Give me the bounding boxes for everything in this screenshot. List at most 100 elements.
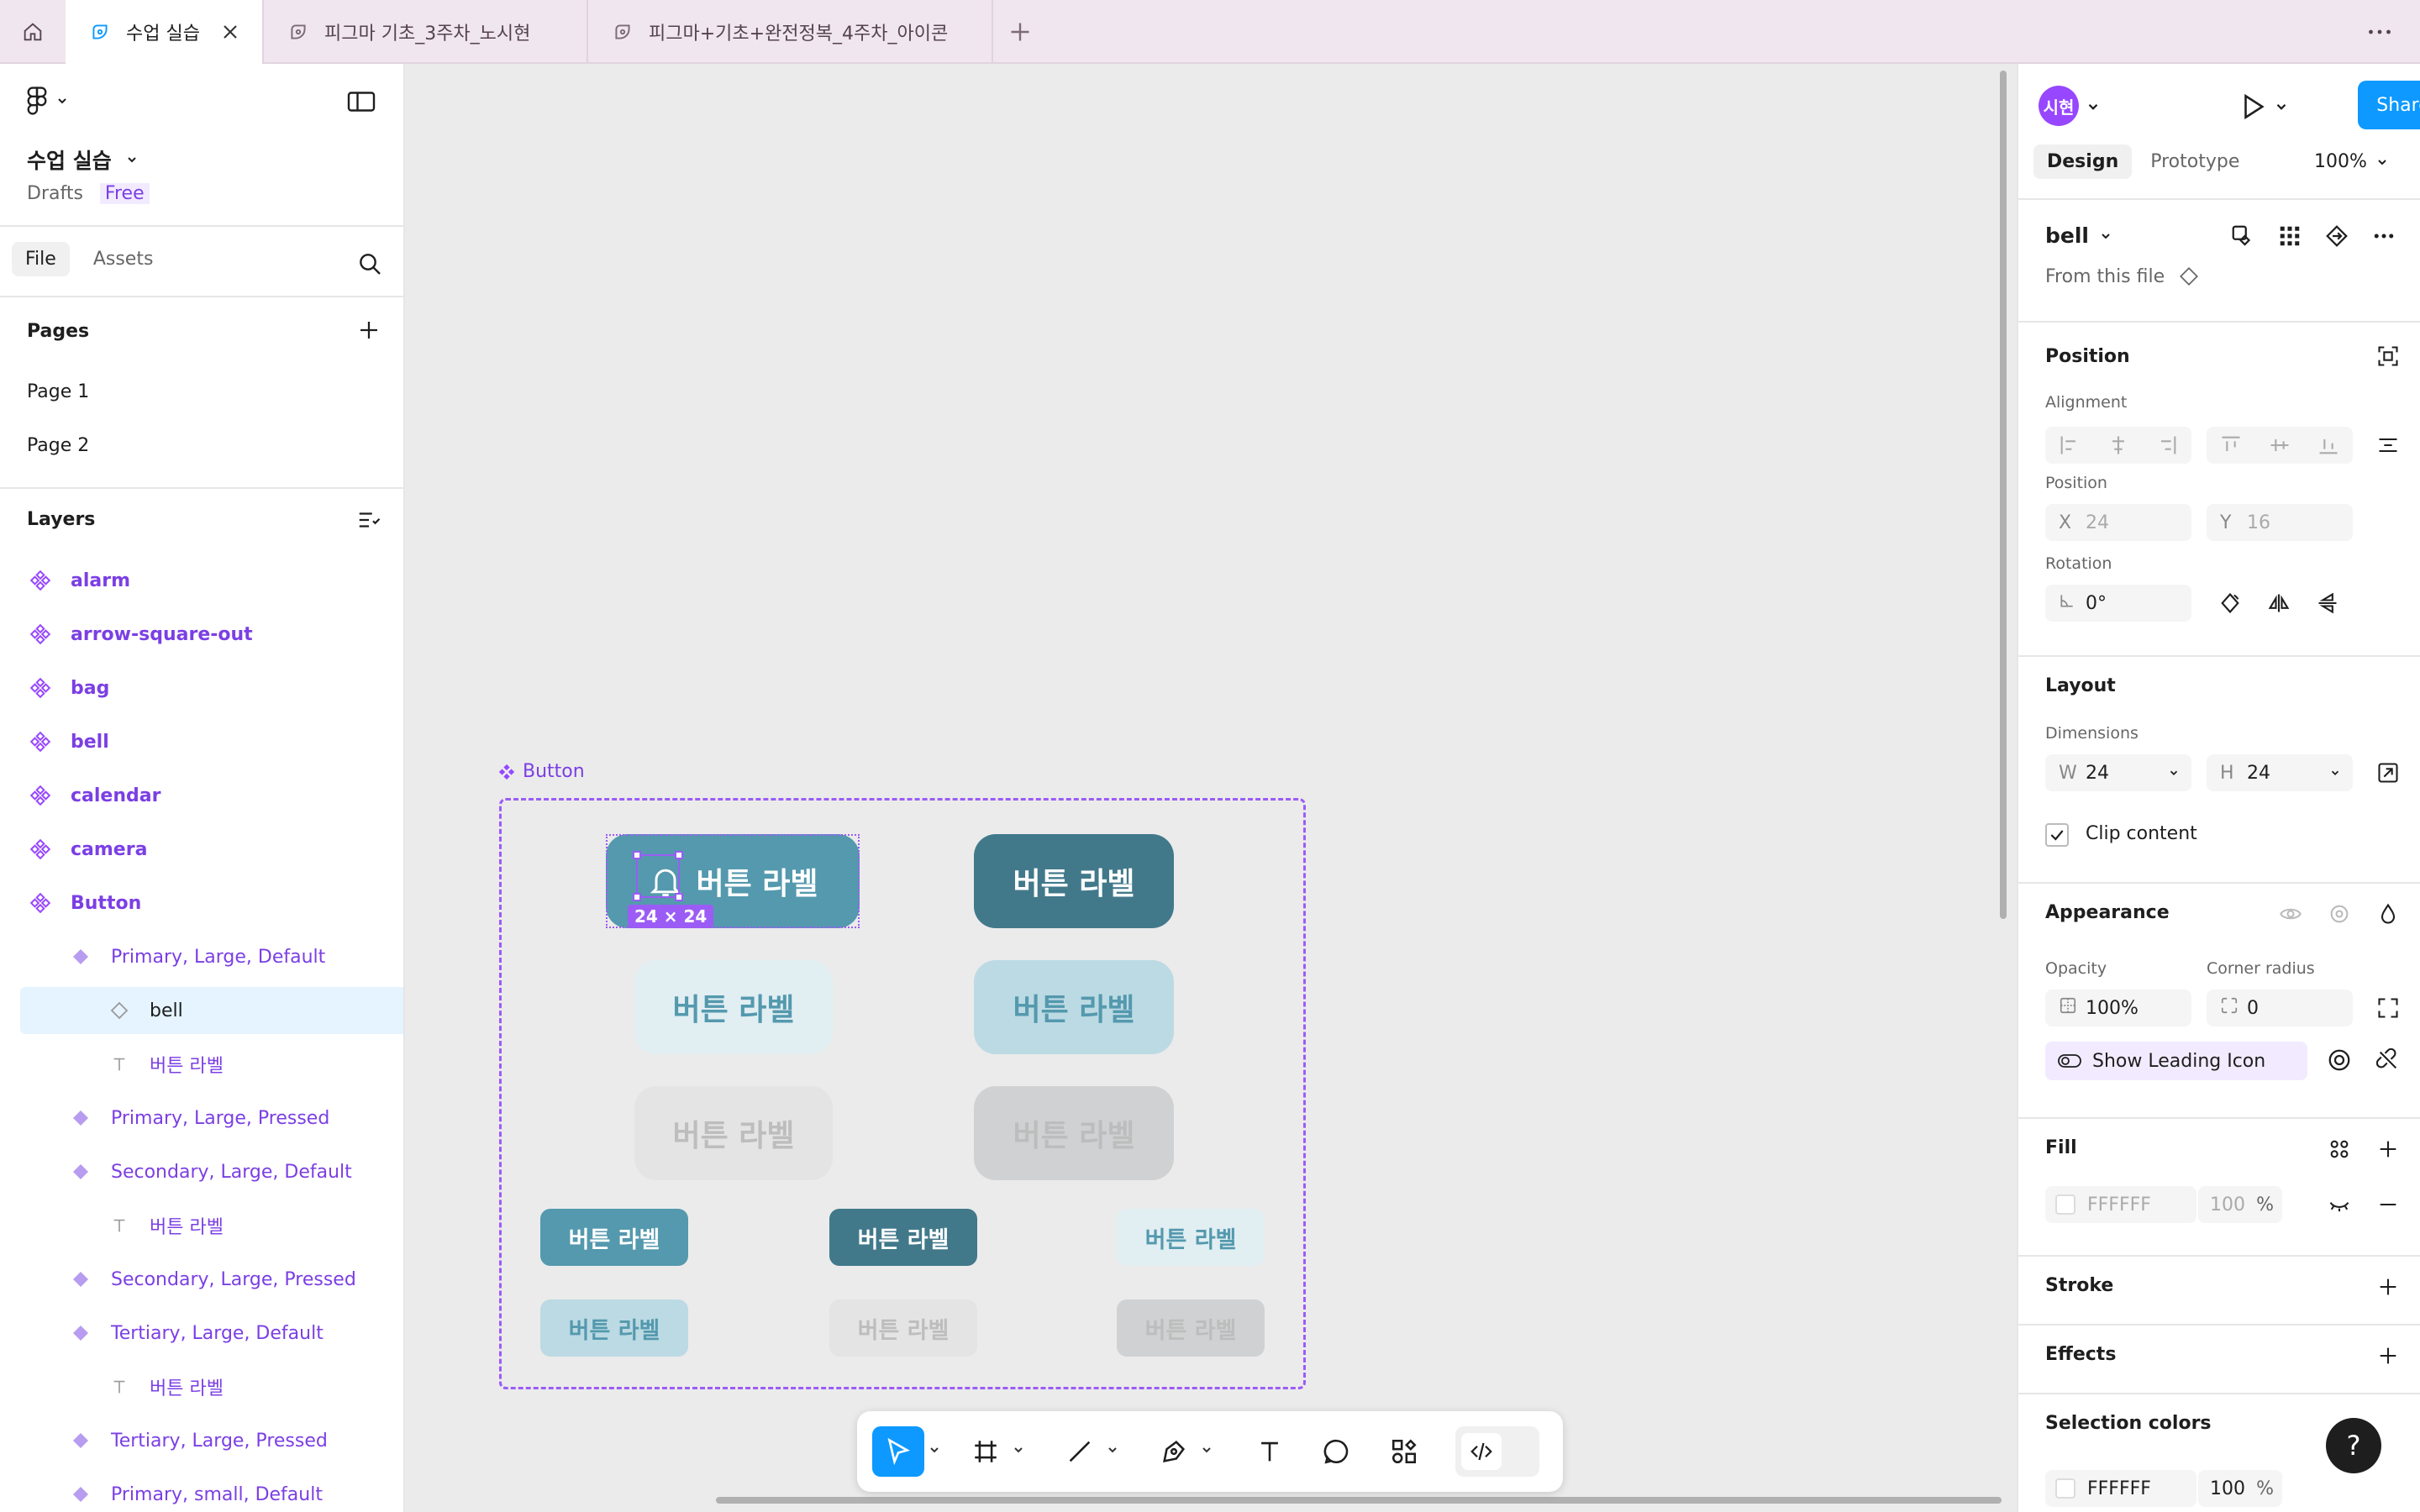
button-tertiary-large-pressed[interactable]: 버튼 라벨 [974, 1086, 1174, 1180]
present-button[interactable] [2238, 91, 2267, 123]
home-button[interactable] [0, 0, 66, 64]
selection-color-hex[interactable]: FFFFFF [2045, 1470, 2196, 1507]
layers-list-button[interactable] [356, 507, 383, 534]
layer-item[interactable]: Primary, Large, Default [0, 933, 403, 980]
pen-tool-button[interactable] [1153, 1426, 1195, 1477]
blend-mode-button[interactable] [2324, 899, 2354, 929]
page-item[interactable]: Page 2 [27, 435, 89, 456]
tab-prototype[interactable]: Prototype [2137, 144, 2253, 179]
height-input[interactable]: H 24 [2207, 754, 2353, 791]
resize-handle[interactable] [675, 893, 683, 901]
remove-fill-button[interactable] [2373, 1189, 2403, 1220]
resize-handle[interactable] [675, 851, 683, 859]
button-tertiary-small-pressed[interactable]: 버튼 라벨 [1117, 1299, 1265, 1357]
tab-file-1[interactable]: 수업 실습 [66, 0, 264, 64]
button-secondary-small-pressed[interactable]: 버튼 라벨 [540, 1299, 688, 1357]
fill-hex-input[interactable]: FFFFFF [2045, 1186, 2196, 1223]
plan-badge[interactable]: Free [99, 183, 150, 204]
button-primary-small-default[interactable]: 버튼 라벨 [540, 1209, 688, 1266]
tab-assets[interactable]: Assets [80, 242, 167, 276]
layer-item[interactable]: camera [0, 826, 403, 873]
layer-item[interactable]: Secondary, Large, Default [0, 1148, 403, 1195]
fit-position-button[interactable] [2373, 341, 2403, 371]
main-menu-button[interactable] [25, 86, 69, 116]
page-item[interactable]: Page 1 [27, 381, 89, 402]
frame-label[interactable]: Button [497, 761, 585, 782]
chevron-down-icon[interactable] [1200, 1443, 1213, 1457]
y-position-input[interactable]: Y 16 [2207, 504, 2353, 541]
toggle-sidebar-button[interactable] [346, 89, 380, 118]
toggle-fill-visibility-button[interactable] [2324, 1189, 2354, 1220]
help-button[interactable]: ? [2326, 1418, 2381, 1473]
x-position-input[interactable]: X 24 [2045, 504, 2191, 541]
layer-item[interactable]: Tertiary, Large, Pressed [0, 1417, 403, 1464]
layer-item[interactable]: 버튼 라벨 [0, 1202, 403, 1249]
layer-item[interactable]: calendar [0, 772, 403, 819]
add-tab-button[interactable] [1005, 17, 1035, 47]
layer-item[interactable]: bell [0, 718, 403, 765]
layer-item[interactable]: Button [0, 879, 403, 927]
show-leading-icon-property[interactable]: Show Leading Icon [2045, 1042, 2307, 1080]
chevron-down-icon[interactable] [2274, 99, 2289, 114]
align-top-icon[interactable] [2207, 427, 2255, 464]
vertical-scrollbar[interactable] [2000, 71, 2007, 919]
button-secondary-large-pressed[interactable]: 버튼 라벨 [974, 960, 1174, 1054]
button-tertiary-large-default[interactable]: 버튼 라벨 [634, 1086, 833, 1180]
line-tool-button[interactable] [1059, 1426, 1101, 1477]
align-left-icon[interactable] [2045, 427, 2094, 464]
layer-item[interactable]: arrow-square-out [0, 611, 403, 658]
rotation-input[interactable]: 0° [2045, 585, 2191, 622]
align-center-horizontal-icon[interactable] [2094, 427, 2143, 464]
search-layers-button[interactable] [356, 250, 383, 277]
chevron-down-icon[interactable] [1106, 1443, 1119, 1457]
layer-item[interactable]: alarm [0, 557, 403, 604]
button-secondary-large-default[interactable]: 버튼 라벨 [634, 960, 833, 1054]
more-horizontal-icon[interactable] [2370, 222, 2398, 250]
flip-horizontal-button[interactable] [2264, 588, 2294, 618]
share-button[interactable]: Share [2358, 81, 2420, 129]
button-primary-large-pressed[interactable]: 버튼 라벨 [974, 834, 1174, 928]
tab-file-2[interactable]: 피그마 기초_3주차_노시현 [264, 0, 588, 64]
button-primary-small-pressed[interactable]: 버튼 라벨 [829, 1209, 977, 1266]
layer-item[interactable]: 버튼 라벨 [0, 1041, 403, 1088]
selection-color-opacity[interactable]: 100 % [2198, 1470, 2282, 1507]
component-source[interactable]: From this file [2045, 265, 2200, 287]
chevron-down-icon[interactable] [2086, 99, 2101, 114]
tab-design[interactable]: Design [2033, 144, 2133, 179]
move-tool-button[interactable] [872, 1426, 924, 1477]
file-title-button[interactable]: 수업 실습 [27, 144, 139, 175]
rotate-button[interactable] [2215, 588, 2245, 618]
go-to-main-component-icon[interactable] [2228, 222, 2257, 250]
detach-property-button[interactable] [2373, 1045, 2403, 1075]
align-bottom-icon[interactable] [2304, 427, 2353, 464]
fill-swatch[interactable] [2055, 1194, 2075, 1215]
tab-file-3[interactable]: 피그마+기초+완전정복_4주차_아이콘 [588, 0, 993, 64]
layer-item[interactable]: bag [0, 664, 403, 711]
clip-content-checkbox[interactable] [2045, 823, 2069, 847]
opacity-input[interactable]: 100% [2045, 990, 2191, 1026]
button-component-set[interactable]: 버튼 라벨 버튼 라벨 버튼 라벨 버튼 라벨 버튼 라벨 버튼 라벨 버튼 라… [499, 798, 1306, 1389]
layer-item-selected[interactable]: bell [20, 987, 403, 1034]
drafts-link[interactable]: Drafts [27, 183, 83, 204]
layer-item[interactable]: Primary, small, Default [0, 1471, 403, 1512]
align-center-vertical-icon[interactable] [2255, 427, 2304, 464]
flip-vertical-button[interactable] [2312, 588, 2343, 618]
align-right-icon[interactable] [2143, 427, 2191, 464]
layer-item[interactable]: 버튼 라벨 [0, 1363, 403, 1410]
zoom-dropdown[interactable]: 100% [2314, 151, 2389, 172]
visibility-button[interactable] [2275, 899, 2306, 929]
resize-options-button[interactable] [2373, 758, 2403, 788]
layer-item[interactable]: Tertiary, Large, Default [0, 1310, 403, 1357]
add-effect-button[interactable] [2373, 1341, 2403, 1371]
detach-instance-icon[interactable] [2323, 222, 2351, 250]
width-input[interactable]: W 24 [2045, 754, 2191, 791]
selection-color-swatch[interactable] [2055, 1478, 2075, 1499]
independent-corners-button[interactable] [2373, 993, 2403, 1023]
actions-tool-button[interactable] [1383, 1426, 1425, 1477]
add-page-button[interactable] [356, 318, 381, 343]
avatar[interactable]: 시현 [2039, 86, 2079, 126]
dev-mode-toggle[interactable] [1455, 1426, 1539, 1477]
fill-opacity-input[interactable]: 100 % [2198, 1186, 2282, 1223]
button-secondary-small-default[interactable]: 버튼 라벨 [1117, 1209, 1265, 1266]
chevron-down-icon[interactable] [1012, 1443, 1025, 1457]
